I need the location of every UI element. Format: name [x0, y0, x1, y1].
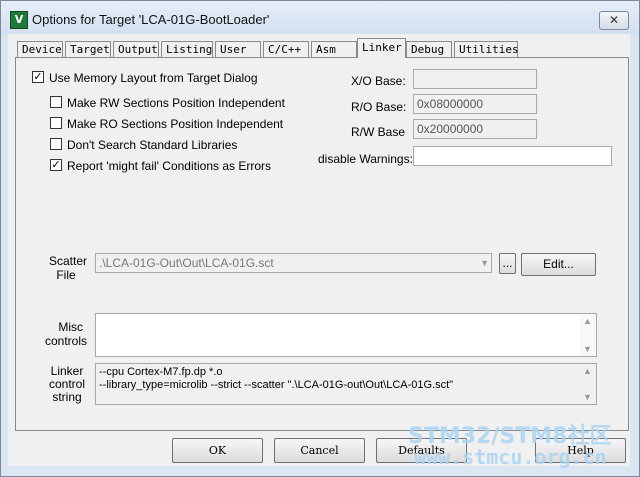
misc-label-line2: controls: [45, 334, 88, 348]
use-memory-layout-label: Use Memory Layout from Target Dialog: [49, 71, 258, 85]
cancel-button[interactable]: Cancel: [274, 438, 365, 463]
tab-listing[interactable]: Listing: [161, 41, 213, 57]
window-title: Options for Target 'LCA-01G-BootLoader': [32, 12, 270, 27]
disable-warnings-field[interactable]: [413, 146, 612, 166]
linker-control-string-label: Linker control string: [48, 365, 86, 404]
report-might-fail-label: Report 'might fail' Conditions as Errors: [67, 159, 271, 173]
ro-base-field[interactable]: 0x08000000: [413, 94, 537, 114]
tab-target[interactable]: Target: [65, 41, 111, 57]
control-label-line3: string: [52, 390, 82, 404]
scroll-down-icon[interactable]: ▼: [583, 392, 592, 402]
scatter-label-line1: Scatter: [49, 254, 88, 268]
make-ro-label: Make RO Sections Position Independent: [67, 117, 284, 131]
scroll-down-icon[interactable]: ▼: [583, 344, 592, 354]
scatter-file-combo[interactable]: .\LCA-01G-Out\Out\LCA-01G.sct ▼: [95, 253, 492, 273]
dropdown-arrow-icon[interactable]: ▼: [480, 254, 489, 272]
ro-base-label: R/O Base:: [351, 100, 407, 114]
tab-output[interactable]: Output: [113, 41, 159, 57]
misc-scrollbar[interactable]: ▲ ▼: [580, 314, 596, 356]
scroll-up-icon[interactable]: ▲: [583, 316, 592, 326]
tab-debug[interactable]: Debug: [406, 41, 452, 57]
tab-c-cpp[interactable]: C/C++: [263, 41, 309, 57]
linker-control-string-box[interactable]: --cpu Cortex-M7.fp.dp *.o --library_type…: [95, 363, 597, 405]
control-string-scrollbar[interactable]: ▲ ▼: [580, 364, 596, 404]
dont-search-label: Don't Search Standard Libraries: [67, 138, 238, 152]
make-rw-label: Make RW Sections Position Independent: [67, 96, 285, 110]
disable-warnings-label: disable Warnings:: [318, 152, 413, 166]
xo-base-label: X/O Base:: [351, 74, 406, 88]
browse-button[interactable]: ...: [499, 253, 516, 274]
dont-search-checkbox[interactable]: [50, 138, 62, 150]
scatter-file-value: .\LCA-01G-Out\Out\LCA-01G.sct: [99, 256, 274, 270]
misc-controls-textarea[interactable]: ▲ ▼: [95, 313, 597, 357]
close-button[interactable]: ✕: [599, 11, 629, 30]
tab-user[interactable]: User: [215, 41, 261, 57]
scatter-label: Scatter File: [49, 254, 88, 282]
title-bar: V Options for Target 'LCA-01G-BootLoader…: [1, 1, 639, 35]
xo-base-field[interactable]: [413, 69, 537, 89]
tab-device[interactable]: Device: [17, 41, 63, 57]
make-rw-checkbox[interactable]: [50, 96, 62, 108]
ok-button[interactable]: OK: [172, 438, 263, 463]
control-string-line2: --library_type=microlib --strict --scatt…: [99, 379, 454, 391]
rw-base-field[interactable]: 0x20000000: [413, 119, 537, 139]
edit-button[interactable]: Edit...: [521, 253, 596, 276]
keil-app-icon: V: [10, 11, 28, 29]
scatter-label-line2: File: [56, 268, 76, 282]
use-memory-layout-checkbox[interactable]: ✓: [32, 71, 44, 83]
tab-utilities[interactable]: Utilities: [454, 41, 519, 57]
control-string-line1: --cpu Cortex-M7.fp.dp *.o: [99, 366, 223, 378]
make-ro-checkbox[interactable]: [50, 117, 62, 129]
watermark-line2: www.stmcu.org.cn: [414, 445, 607, 469]
scroll-up-icon[interactable]: ▲: [583, 366, 592, 376]
tab-linker[interactable]: Linker: [357, 38, 406, 58]
misc-controls-label: Misc controls: [45, 320, 88, 348]
rw-base-label: R/W Base: [351, 125, 406, 139]
tab-asm[interactable]: Asm: [311, 41, 357, 57]
misc-label-line1: Misc: [58, 320, 83, 334]
report-might-fail-checkbox[interactable]: ✓: [50, 159, 62, 171]
